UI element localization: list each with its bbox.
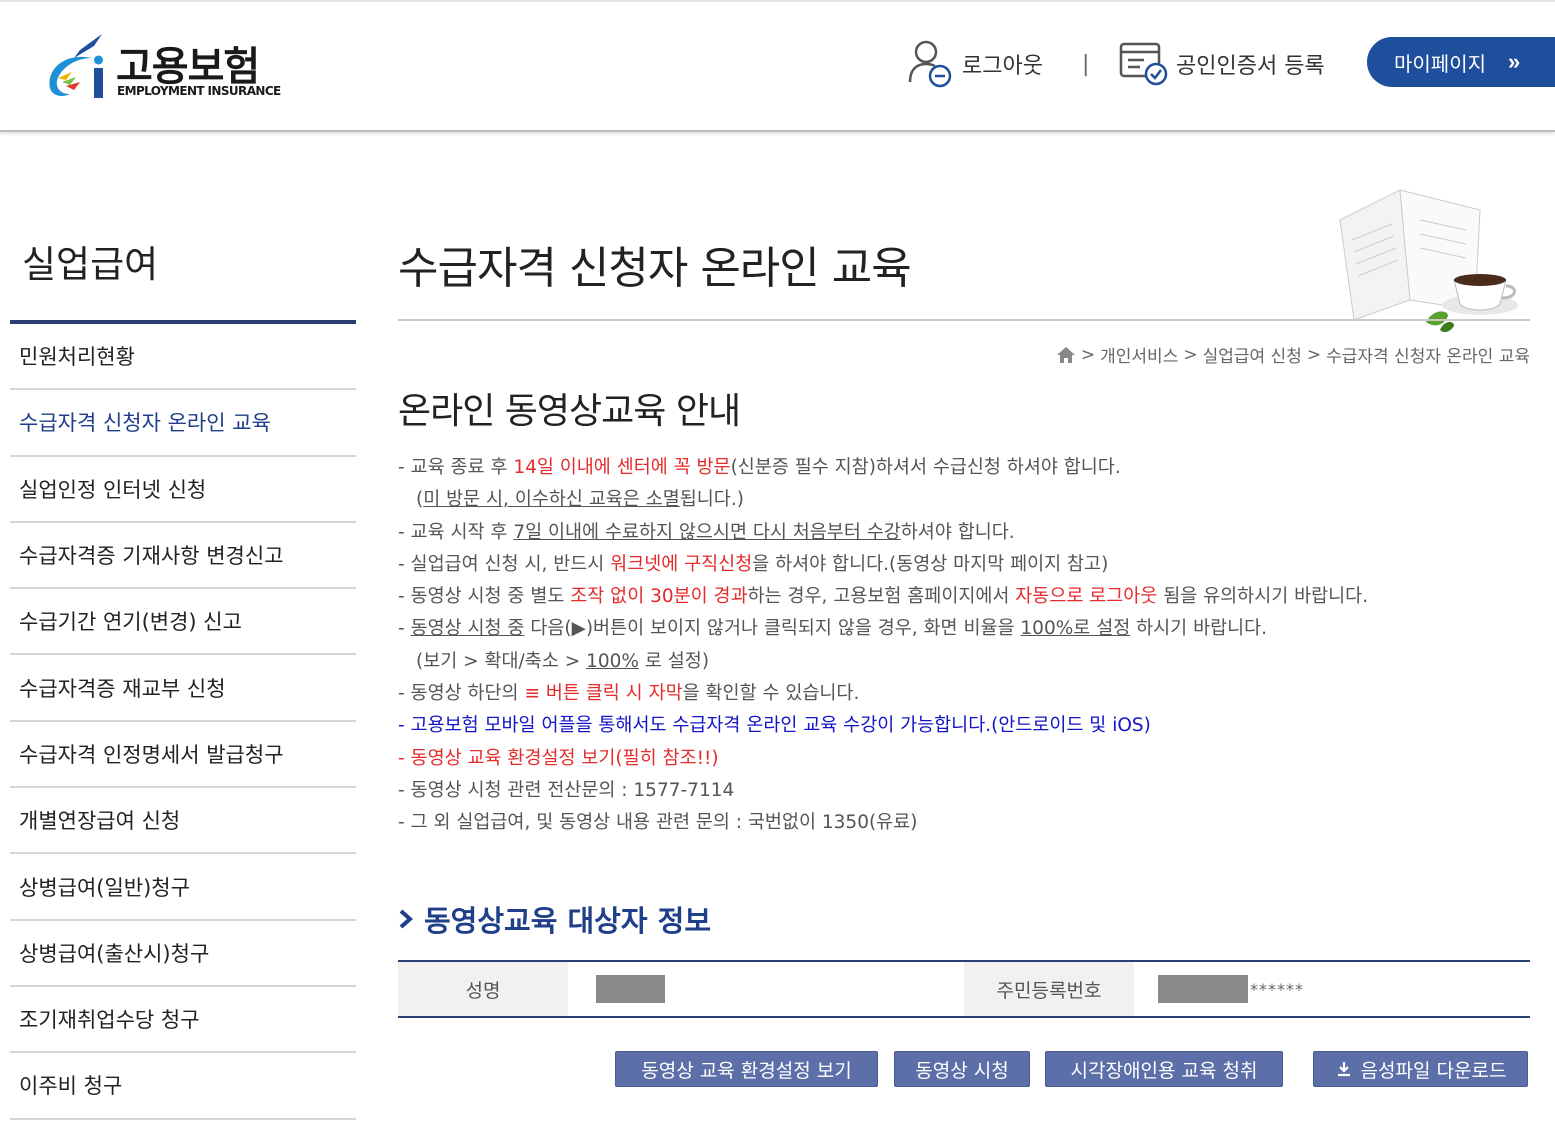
- notice-line: - 동영상 시청 중 다음(▶)버튼이 보이지 않거나 클릭되지 않을 경우, …: [398, 613, 1538, 645]
- watch-video-button[interactable]: 동영상 시청: [894, 1051, 1030, 1087]
- notice-text: 하시기 바랍니다.: [1130, 618, 1268, 640]
- user-logout-icon: [908, 40, 952, 88]
- notice-highlight: 워크넷에 구직신청: [610, 553, 753, 575]
- notice-line: (보기 > 확대/축소 > 100% 로 설정): [398, 646, 1538, 678]
- sidebar-item-reissue[interactable]: 수급자격증 재교부 신청: [10, 655, 356, 722]
- book-coffee-illustration: [1339, 189, 1518, 333]
- notice-text: 하셔야 합니다.: [900, 521, 1015, 543]
- notice-text: 됨을 유의하시기 바랍니다.: [1157, 586, 1369, 608]
- sidebar-item-period-extension[interactable]: 수급기간 연기(변경) 신고: [10, 589, 356, 656]
- notice-highlight: 자동으로 로그아웃: [1015, 586, 1158, 608]
- notice-highlight: 조작 없이 30분이 경과: [570, 586, 748, 608]
- audio-download-button[interactable]: 음성파일 다운로드: [1313, 1051, 1528, 1087]
- subsection-title-text: 동영상교육 대상자 정보: [424, 904, 711, 938]
- notice-underline: 100%로 설정: [1020, 618, 1131, 640]
- masked-rrn: [1158, 975, 1248, 1003]
- breadcrumb-separator: >: [1080, 344, 1096, 365]
- sidebar-item-unemployment-recognition[interactable]: 실업인정 인터넷 신청: [10, 457, 356, 523]
- title-divider: [398, 319, 1530, 321]
- notice-line: (미 방문 시, 이수하신 교육은 소멸됩니다.): [398, 484, 1538, 516]
- rrn-suffix: ******: [1250, 979, 1304, 999]
- breadcrumb-separator: >: [1306, 344, 1322, 365]
- notice-text: - 교육 시작 후: [398, 521, 514, 543]
- notice-text: 됩니다.): [679, 489, 744, 511]
- sidebar-menu: 민원처리현황 수급자격 신청자 온라인 교육 실업인정 인터넷 신청 수급자격증…: [10, 320, 356, 1120]
- notice-line: - 동영상 시청 중 별도 조작 없이 30분이 경과하는 경우, 고용보험 홈…: [398, 581, 1538, 613]
- notice-text: -: [398, 618, 411, 640]
- notice-text: - 동영상 시청 중 별도: [398, 586, 571, 608]
- notice-underline: 동영상 시청 중: [410, 618, 525, 640]
- env-setting-button[interactable]: 동영상 교육 환경설정 보기: [615, 1051, 878, 1087]
- mypage-button[interactable]: 마이페이지 »: [1367, 37, 1555, 87]
- double-chevron-right-icon: »: [1508, 49, 1521, 74]
- sidebar-item-statement-request[interactable]: 수급자격 인정명세서 발급청구: [10, 722, 356, 789]
- breadcrumb-separator: >: [1183, 344, 1198, 365]
- notice-text: (보기 > 확대/축소 >: [416, 650, 587, 672]
- notice-mobile-app-link[interactable]: - 고용보험 모바일 어플을 통해서도 수급자격 온라인 교육 수강이 가능합니…: [398, 710, 1538, 742]
- sidebar-item-extended-benefit[interactable]: 개별연장급여 신청: [10, 788, 356, 855]
- notice-underline: 7일 이내에 수료하지 않으시면 다시 처음부터 수강: [513, 521, 901, 543]
- name-header: 성명: [398, 962, 568, 1016]
- mypage-label: 마이페이지: [1394, 53, 1486, 76]
- home-icon[interactable]: [1056, 346, 1076, 364]
- sidebar-item-sickness-maternity[interactable]: 상병급여(출산시)청구: [10, 921, 356, 987]
- breadcrumb-current[interactable]: 수급자격 신청자 온라인 교육: [1326, 342, 1530, 367]
- rrn-header: 주민등록번호: [964, 962, 1134, 1016]
- sidebar-item-early-reemployment[interactable]: 조기재취업수당 청구: [10, 987, 356, 1054]
- notice-line: - 동영상 하단의 ≡ 버튼 클릭 시 자막을 확인할 수 있습니다.: [398, 678, 1538, 710]
- chevron-right-icon: [399, 909, 414, 929]
- notice-text: 하는 경우, 고용보험 홈페이지에서: [747, 586, 1016, 608]
- audio-download-label: 음성파일 다운로드: [1360, 1059, 1507, 1082]
- sidebar-item-relocation[interactable]: 이주비 청구: [10, 1053, 356, 1120]
- logout-link[interactable]: 로그아웃: [904, 38, 1043, 90]
- notice-line: - 교육 시작 후 7일 이내에 수료하지 않으시면 다시 처음부터 수강하셔야…: [398, 517, 1538, 549]
- visual-impaired-button[interactable]: 시각장애인용 교육 청취: [1045, 1051, 1283, 1087]
- sidebar-title: 실업급여: [22, 243, 159, 286]
- notice-list: - 교육 종료 후 14일 이내에 센터에 꼭 방문(신분증 필수 지참)하셔서…: [398, 452, 1538, 840]
- cert-register-label: 공인인증서 등록: [1176, 54, 1325, 79]
- site-header: 고용보험 EMPLOYMENT INSURANCE 로그아웃 | 공인인증서 등…: [0, 0, 1555, 132]
- notice-line: - 교육 종료 후 14일 이내에 센터에 꼭 방문(신분증 필수 지참)하셔서…: [398, 452, 1538, 484]
- name-value: [568, 962, 964, 1016]
- header-separator: |: [1082, 52, 1090, 77]
- target-info-table: 성명 주민등록번호 ******: [398, 960, 1530, 1018]
- notice-text: - 교육 종료 후: [398, 457, 514, 478]
- logo-mark-icon: [49, 34, 103, 98]
- sidebar-item-complaint-status[interactable]: 민원처리현황: [10, 324, 356, 391]
- subsection-title: 동영상교육 대상자 정보: [398, 898, 711, 940]
- sidebar-item-sickness-general[interactable]: 상병급여(일반)청구: [10, 854, 356, 921]
- notice-line: - 그 외 실업급여, 및 동영상 내용 관련 문의 : 국번없이 1350(유…: [398, 812, 918, 834]
- notice-text: - 동영상 하단의: [398, 683, 525, 705]
- notice-text: - 실업급여 신청 시, 반드시: [398, 553, 611, 575]
- notice-underline: 100%: [586, 650, 639, 672]
- notice-text: (신분증 필수 지참)하셔서 수급신청 하셔야 합니다.: [730, 457, 1121, 478]
- rrn-value: ******: [1134, 962, 1530, 1016]
- sidebar-item-entitlement-change[interactable]: 수급자격증 기재사항 변경신고: [10, 523, 356, 590]
- notice-text: 을 하셔야 합니다.(동영상 마지막 페이지 참고): [752, 553, 1109, 575]
- notice-line: - 동영상 시청 관련 전산문의 : 1577-7114: [398, 779, 735, 801]
- certificate-icon: [1119, 42, 1168, 86]
- breadcrumb: > 개인서비스 > 실업급여 신청 > 수급자격 신청자 온라인 교육: [1020, 342, 1530, 367]
- logo-subtitle: EMPLOYMENT INSURANCE: [117, 84, 281, 98]
- breadcrumb-unemployment-apply[interactable]: 실업급여 신청: [1203, 342, 1302, 367]
- section-title: 온라인 동영상교육 안내: [398, 391, 741, 432]
- page-title: 수급자격 신청자 온라인 교육: [398, 243, 912, 294]
- notice-underline: 미 방문 시, 이수하신 교육은 소멸: [423, 489, 680, 511]
- cert-register-link[interactable]: 공인인증서 등록: [1118, 38, 1325, 90]
- breadcrumb-personal-service[interactable]: 개인서비스: [1100, 342, 1178, 367]
- download-icon: [1337, 1062, 1350, 1077]
- notice-text: 을 확인할 수 있습니다.: [682, 683, 860, 705]
- notice-env-setting-link[interactable]: - 동영상 교육 환경설정 보기(필히 참조!!): [398, 743, 1538, 775]
- notice-highlight: 14일 이내에 센터에 꼭 방문: [513, 457, 731, 478]
- masked-name: [596, 975, 665, 1003]
- site-logo[interactable]: 고용보험 EMPLOYMENT INSURANCE: [44, 30, 284, 104]
- notice-text: 다음(▶)버튼이 보이지 않거나 클릭되지 않을 경우, 화면 비율을: [524, 618, 1021, 640]
- notice-highlight: ≡ 버튼 클릭 시 자막: [524, 683, 683, 705]
- logout-label: 로그아웃: [962, 54, 1043, 79]
- notice-line: - 실업급여 신청 시, 반드시 워크넷에 구직신청을 하셔야 합니다.(동영상…: [398, 549, 1538, 581]
- sidebar-item-online-education[interactable]: 수급자격 신청자 온라인 교육: [10, 390, 356, 457]
- notice-text: 로 설정): [639, 650, 710, 672]
